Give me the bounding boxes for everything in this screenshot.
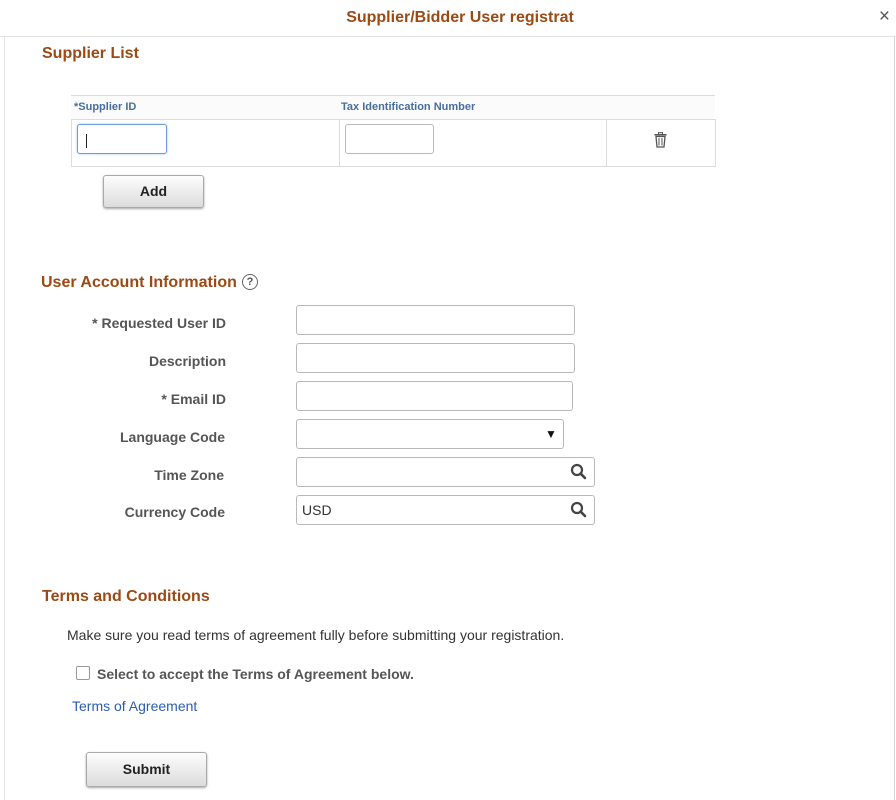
left-border (4, 37, 5, 800)
column-header-supplier-id[interactable]: *Supplier ID (74, 101, 136, 113)
supplier-grid-header: *Supplier ID Tax Identification Number (71, 95, 715, 120)
add-button[interactable]: Add (103, 175, 204, 208)
search-icon[interactable] (569, 462, 589, 482)
terms-notice: Make sure you read terms of agreement fu… (67, 627, 565, 643)
currency-code-input[interactable]: USD (296, 495, 595, 525)
dropdown-arrow-icon: ▼ (545, 427, 557, 441)
search-icon[interactable] (569, 500, 589, 520)
dialog-titlebar: Supplier/Bidder User registrat × (0, 0, 896, 37)
tax-id-input[interactable] (345, 124, 434, 154)
column-divider (606, 119, 607, 166)
accept-terms-label[interactable]: Select to accept the Terms of Agreement … (97, 666, 414, 682)
trash-icon[interactable] (654, 132, 667, 148)
close-icon[interactable]: × (879, 7, 890, 26)
supplier-grid: *Supplier ID Tax Identification Number (71, 95, 716, 167)
user-account-heading: User Account Information (41, 274, 237, 291)
submit-button[interactable]: Submit (86, 752, 207, 787)
time-zone-input[interactable] (296, 457, 595, 487)
text-caret (86, 134, 87, 148)
accept-terms-checkbox[interactable] (76, 666, 90, 680)
email-id-input[interactable] (296, 381, 573, 411)
table-row (71, 119, 716, 167)
requested-user-id-label: * Requested User ID (92, 315, 226, 331)
currency-code-label: Currency Code (124, 504, 225, 520)
language-code-select[interactable]: ▼ (296, 419, 564, 449)
currency-code-value: USD (302, 502, 332, 518)
column-divider (339, 119, 340, 166)
help-icon[interactable]: ? (242, 274, 258, 290)
scrollbar-track[interactable] (894, 37, 895, 800)
time-zone-label: Time Zone (154, 467, 224, 483)
language-code-label: Language Code (119, 429, 225, 445)
column-header-tax-id[interactable]: Tax Identification Number (341, 101, 475, 113)
terms-of-agreement-link[interactable]: Terms of Agreement (72, 698, 197, 714)
requested-user-id-input[interactable] (296, 305, 575, 335)
supplier-id-input[interactable] (77, 124, 167, 154)
dialog-title: Supplier/Bidder User registrat (346, 9, 574, 26)
description-input[interactable] (296, 343, 575, 373)
supplier-list-heading: Supplier List (42, 45, 139, 62)
email-id-label: * Email ID (161, 391, 226, 407)
terms-heading: Terms and Conditions (42, 588, 210, 605)
description-label: Description (148, 353, 226, 369)
